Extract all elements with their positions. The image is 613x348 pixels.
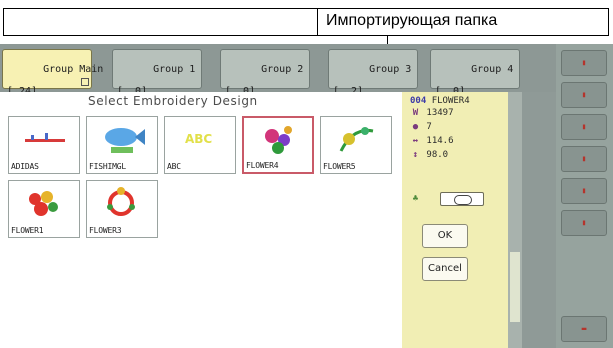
adidas-thumbnail-icon — [25, 133, 65, 142]
design-label: ADIDAS — [11, 162, 39, 171]
design-tile-abc[interactable]: ABC ABC — [164, 116, 236, 174]
width-icon: ↔ — [412, 136, 419, 146]
design-label: ABC — [167, 162, 181, 171]
tool-button-1[interactable]: ▮ — [561, 50, 607, 76]
flower5-thumbnail-icon — [339, 127, 374, 152]
flower4-thumbnail-icon — [265, 126, 292, 154]
flower3-thumbnail-icon — [107, 187, 135, 216]
right-tool-panel: ▮ ▮ ▮ ▮ ▮ ▮ ▬ — [556, 44, 613, 348]
flower1-thumbnail-icon — [29, 191, 58, 216]
abc-thumbnail-icon: ABC — [185, 132, 212, 146]
color-count-icon: ● — [412, 122, 419, 132]
design-tile-fishimgl[interactable]: FISHIMGL — [86, 116, 158, 174]
vertical-scrollbar[interactable] — [508, 92, 522, 348]
width-row: ↔ 114.6 — [410, 136, 454, 146]
tool-2-icon: ▮ — [581, 90, 587, 99]
tool-5-icon: ▮ — [581, 186, 587, 195]
color-count-value: 7 — [426, 122, 432, 132]
tab-label: Group 3 — [369, 64, 412, 75]
tab-label: Group 4 — [471, 64, 514, 75]
tool-button-5[interactable]: ▮ — [561, 178, 607, 204]
design-label: FLOWER5 — [323, 162, 356, 171]
design-number-badge: 004 — [410, 96, 427, 106]
design-list-panel: Select Embroidery Design ADIDAS FISHIMGL… — [0, 92, 402, 348]
design-tile-flower5[interactable]: FLOWER5 — [320, 116, 392, 174]
svg-text:ABC: ABC — [185, 132, 212, 146]
design-tile-flower1[interactable]: FLOWER1 — [8, 180, 80, 238]
hoop-row: ♣ — [410, 194, 421, 204]
design-info-panel: 004 FLOWER4 W 13497 ● 7 ↔ 114.6 ↕ 98.0 ♣… — [402, 92, 508, 348]
tab-label: Group 1 — [153, 64, 196, 75]
tab-group-main[interactable]: Group Main [ 24] — [2, 49, 103, 97]
design-label: FLOWER1 — [11, 226, 44, 235]
ok-button[interactable]: OK — [422, 224, 468, 248]
tab-group-3[interactable]: Group 3 [ 2] — [328, 49, 418, 97]
tool-1-icon: ▮ — [581, 58, 587, 67]
design-tile-flower4[interactable]: FLOWER4 — [242, 116, 314, 174]
annotation-label: Импортирующая папка — [326, 12, 498, 29]
hoop-selector[interactable] — [440, 192, 484, 206]
height-row: ↕ 98.0 — [410, 150, 448, 160]
tool-3-icon: ▮ — [581, 122, 587, 131]
embroidery-machine-screen: Group Main [ 24] Group 1 [ 0] Group 2 [ … — [0, 44, 613, 348]
folder-corner-icon — [81, 78, 89, 86]
tab-group-4[interactable]: Group 4 [ 0] — [430, 49, 520, 97]
height-value: 98.0 — [426, 150, 449, 160]
annotation-box — [3, 8, 609, 36]
tool-button-3[interactable]: ▮ — [561, 114, 607, 140]
height-icon: ↕ — [412, 150, 419, 160]
panel-title: Select Embroidery Design — [88, 94, 258, 108]
tab-group-2[interactable]: Group 2 [ 0] — [220, 49, 310, 97]
design-name: FLOWER4 — [431, 96, 470, 106]
tool-6-icon: ▮ — [581, 218, 587, 227]
tool-4-icon: ▮ — [581, 154, 587, 163]
design-number-and-name: 004 FLOWER4 — [410, 96, 470, 106]
design-tile-flower3[interactable]: FLOWER3 — [86, 180, 158, 238]
stitch-count-icon: W — [412, 108, 419, 118]
design-label: FLOWER4 — [246, 161, 279, 170]
tool-bottom-icon: ▬ — [581, 324, 587, 333]
annotation-divider — [317, 8, 318, 36]
design-tile-adidas[interactable]: ADIDAS — [8, 116, 80, 174]
tab-group-1[interactable]: Group 1 [ 0] — [112, 49, 202, 97]
tool-button-2[interactable]: ▮ — [561, 82, 607, 108]
width-value: 114.6 — [426, 136, 454, 146]
tool-button-4[interactable]: ▮ — [561, 146, 607, 172]
fish-thumbnail-icon — [105, 128, 145, 153]
color-count-row: ● 7 — [410, 122, 432, 132]
tab-label: Group 2 — [261, 64, 304, 75]
design-label: FLOWER3 — [89, 226, 122, 235]
tool-button-6[interactable]: ▮ — [561, 210, 607, 236]
cancel-button[interactable]: Cancel — [422, 257, 468, 281]
stitch-count-value: 13497 — [426, 108, 454, 118]
design-label: FISHIMGL — [89, 162, 126, 171]
hoop-icon: ♣ — [412, 194, 419, 204]
scroll-thumb[interactable] — [510, 252, 520, 322]
oval-hoop-icon — [454, 195, 472, 205]
tab-label: Group Main — [43, 64, 104, 75]
stitch-count-row: W 13497 — [410, 108, 454, 118]
annotation-bar: Импортирующая папка — [0, 0, 613, 58]
group-tab-bar: Group Main [ 24] Group 1 [ 0] Group 2 [ … — [0, 44, 556, 97]
tool-button-bottom[interactable]: ▬ — [561, 316, 607, 342]
